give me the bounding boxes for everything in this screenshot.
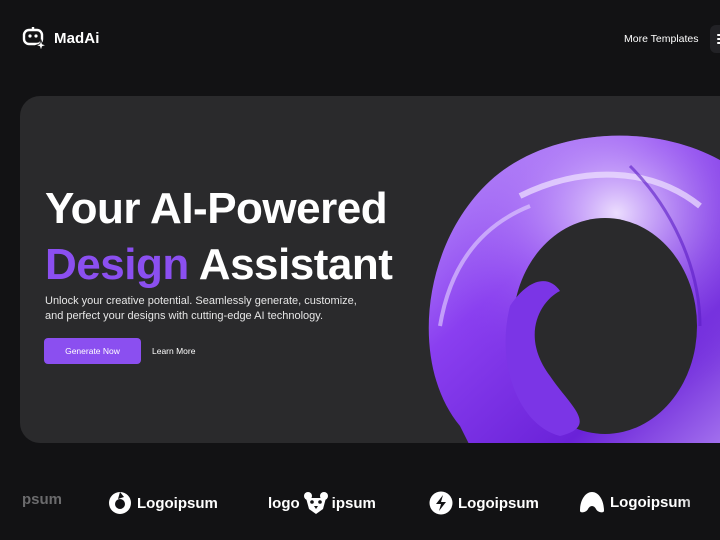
hero-title-line1: Your AI-Powered <box>45 184 388 233</box>
partner-logo: logo ipsum <box>268 491 376 515</box>
logo-text: Logoipsum <box>458 494 539 512</box>
logo-text: psum <box>22 491 63 508</box>
logo-text-left: logo <box>268 494 300 512</box>
partner-logo: Logoipsum <box>579 491 691 513</box>
hero-card: Your AI-Powered Design Assistant Unlock … <box>20 96 720 443</box>
menu-button[interactable] <box>710 25 720 53</box>
arch-logo-icon <box>580 492 604 513</box>
partner-logo: Logoipsum <box>429 491 539 515</box>
landing-page: MadAi More Templates Your AI-Powered Des… <box>0 0 720 540</box>
ring-logo-icon <box>109 492 131 514</box>
logo-text: Logoipsum <box>137 494 218 512</box>
purple-swirl-image <box>428 135 720 443</box>
fade-overlay <box>680 480 720 530</box>
generate-now-button[interactable]: Generate Now <box>44 338 141 364</box>
hero-title-line2: Assistant <box>198 240 393 289</box>
bear-logo-icon <box>303 492 328 514</box>
top-header: MadAi More Templates <box>0 0 720 80</box>
hero-title: Your AI-Powered Design Assistant <box>45 181 393 293</box>
hero-title-accent: Design <box>45 240 189 289</box>
partner-logo: psum <box>22 491 62 508</box>
robot-sparkle-icon <box>22 27 48 51</box>
partner-logos: psum Logoipsum logo ipsum Logoipsum Logo… <box>0 480 720 530</box>
logo-text-right: ipsum <box>331 494 376 512</box>
brand-logo[interactable]: MadAi <box>22 25 100 51</box>
learn-more-link[interactable]: Learn More <box>152 346 195 356</box>
nav-more-templates[interactable]: More Templates <box>624 33 699 45</box>
partner-logo: Logoipsum <box>108 491 218 515</box>
hero-description: Unlock your creative potential. Seamless… <box>45 295 357 322</box>
bolt-logo-icon <box>429 491 453 515</box>
brand-name: MadAi <box>54 29 100 47</box>
logo-text: Logoipsum <box>610 493 691 511</box>
